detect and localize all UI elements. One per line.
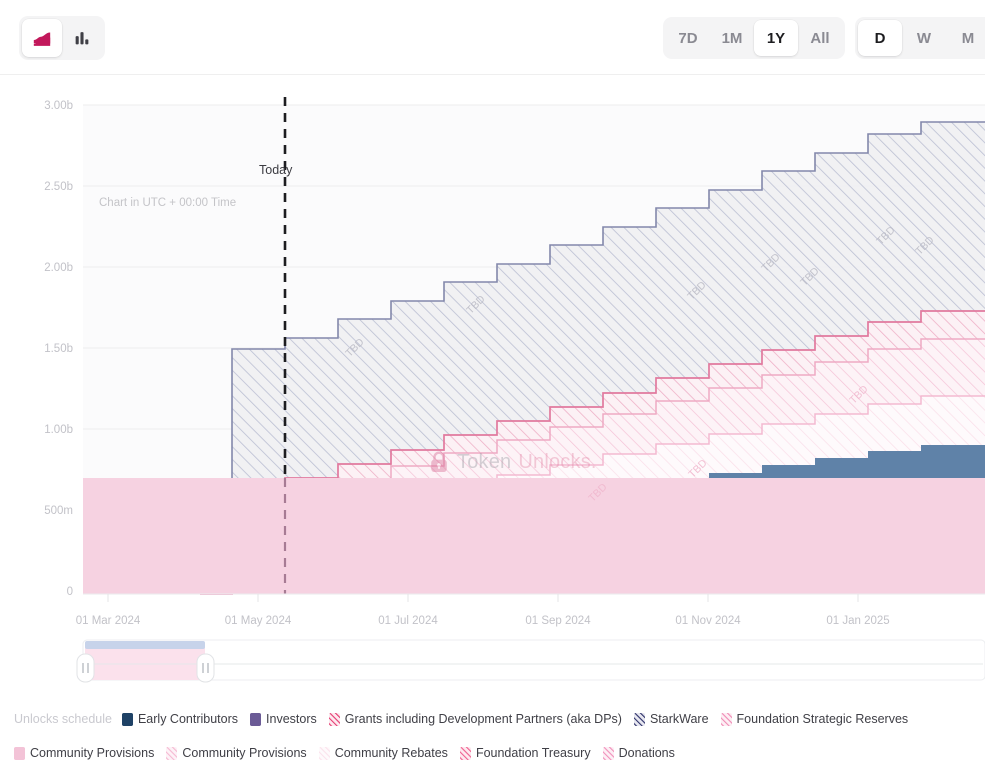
y-axis-labels: 3.00b 2.50b 2.00b 1.50b 1.00b 500m 0 <box>44 100 73 598</box>
interval-button-m[interactable]: M <box>946 20 985 56</box>
series-area-community-provisions <box>83 478 985 594</box>
legend-swatch-grants <box>329 713 340 726</box>
chart-canvas[interactable]: 3.00b 2.50b 2.00b 1.50b 1.00b 500m 0 <box>0 75 985 705</box>
bar-chart-icon <box>72 28 92 48</box>
y-tick-label: 2.50b <box>44 181 73 193</box>
legend-label: Grants including Development Partners (a… <box>345 712 622 726</box>
legend-row-1: Unlocks schedule Early Contributors Inve… <box>14 706 971 732</box>
legend-item-starkware[interactable]: StarkWare <box>634 712 709 726</box>
legend-item-foundation-strategic-reserves[interactable]: Foundation Strategic Reserves <box>721 712 909 726</box>
legend-swatch-early-contributors <box>122 713 133 726</box>
legend-item-grants[interactable]: Grants including Development Partners (a… <box>329 712 622 726</box>
y-tick-label: 500m <box>44 505 73 517</box>
legend-item-community-provisions-solid[interactable]: Community Provisions <box>14 746 154 760</box>
interval-button-group: D W M <box>855 17 985 59</box>
legend-swatch-donations <box>603 747 614 760</box>
legend-label: Early Contributors <box>138 712 238 726</box>
legend-item-early-contributors[interactable]: Early Contributors <box>122 712 238 726</box>
chart-range-brush[interactable] <box>0 636 985 684</box>
brush-preview-area <box>85 645 205 680</box>
legend-item-investors[interactable]: Investors <box>250 712 317 726</box>
legend-label: StarkWare <box>650 712 709 726</box>
brush-handle-left[interactable] <box>77 654 94 682</box>
brush-svg[interactable] <box>0 636 985 684</box>
legend-swatch-investors <box>250 713 261 726</box>
y-tick-label: 2.00b <box>44 262 73 274</box>
y-tick-label: 0 <box>67 586 73 598</box>
unlocks-area-chart[interactable]: 3.00b 2.50b 2.00b 1.50b 1.00b 500m 0 <box>0 75 985 635</box>
today-label: Today <box>259 163 292 177</box>
y-tick-label: 1.50b <box>44 343 73 355</box>
x-axis-ticks <box>108 594 858 602</box>
legend-item-community-rebates[interactable]: Community Rebates <box>319 746 448 760</box>
range-button-1m[interactable]: 1M <box>710 20 754 56</box>
x-tick-label: 01 Jul 2024 <box>378 615 438 627</box>
area-chart-icon <box>32 28 52 48</box>
utc-timezone-note: Chart in UTC + 00:00 Time <box>99 197 236 209</box>
y-tick-label: 1.00b <box>44 424 73 436</box>
range-button-all[interactable]: All <box>798 20 842 56</box>
interval-button-d[interactable]: D <box>858 20 902 56</box>
x-tick-label: 01 Mar 2024 <box>76 615 141 627</box>
brush-selection-bar <box>85 641 205 649</box>
legend-swatch-community-rebates <box>319 747 330 760</box>
y-tick-label: 3.00b <box>44 100 73 112</box>
x-tick-label: 01 Nov 2024 <box>675 615 741 627</box>
range-button-group: 7D 1M 1Y All <box>663 17 845 59</box>
legend-label: Community Rebates <box>335 746 448 760</box>
legend-label: Community Provisions <box>182 746 306 760</box>
chart-toolbar: 7D 1M 1Y All D W M <box>0 0 985 75</box>
interval-button-w[interactable]: W <box>902 20 946 56</box>
legend-swatch-starkware <box>634 713 645 726</box>
legend-label: Donations <box>619 746 675 760</box>
legend-label: Community Provisions <box>30 746 154 760</box>
timeframe-controls: 7D 1M 1Y All D W M <box>663 17 985 59</box>
legend-label: Foundation Treasury <box>476 746 591 760</box>
legend-label: Investors <box>266 712 317 726</box>
legend-swatch-foundation-strategic-reserves <box>721 713 732 726</box>
x-axis-labels: 01 Mar 2024 01 May 2024 01 Jul 2024 01 S… <box>76 615 890 627</box>
legend-item-donations[interactable]: Donations <box>603 746 675 760</box>
legend-row-2: Community Provisions Community Provision… <box>14 740 971 766</box>
brush-handle-right[interactable] <box>197 654 214 682</box>
legend-title: Unlocks schedule <box>14 712 112 726</box>
x-tick-label: 01 Sep 2024 <box>525 615 591 627</box>
legend-swatch-foundation-treasury <box>460 747 471 760</box>
range-button-1y[interactable]: 1Y <box>754 20 798 56</box>
legend-swatch-community-provisions-hatched <box>166 747 177 760</box>
bar-chart-toggle[interactable] <box>62 19 102 57</box>
legend-item-community-provisions-hatched[interactable]: Community Provisions <box>166 746 306 760</box>
legend-item-foundation-treasury[interactable]: Foundation Treasury <box>460 746 591 760</box>
token-unlocks-chart-page: 7D 1M 1Y All D W M <box>0 0 985 767</box>
chart-type-toggle-group <box>19 16 105 60</box>
brush-track <box>83 640 985 680</box>
x-tick-label: 01 May 2024 <box>225 615 292 627</box>
legend-swatch-community-provisions-solid <box>14 747 25 760</box>
legend-label: Foundation Strategic Reserves <box>737 712 909 726</box>
chart-legend: Unlocks schedule Early Contributors Inve… <box>0 706 985 766</box>
area-chart-toggle[interactable] <box>22 19 62 57</box>
range-button-7d[interactable]: 7D <box>666 20 710 56</box>
x-tick-label: 01 Jan 2025 <box>826 615 889 627</box>
